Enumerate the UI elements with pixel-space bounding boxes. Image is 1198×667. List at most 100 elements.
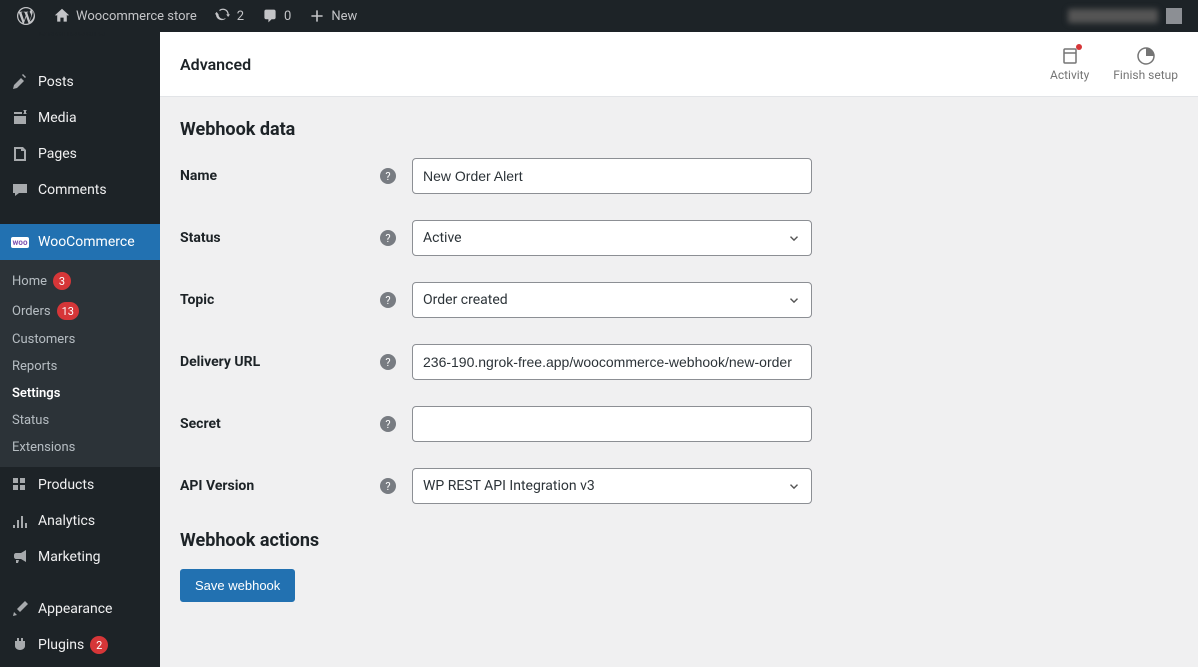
submenu-orders[interactable]: Orders13 bbox=[0, 296, 160, 326]
secret-label: Secret bbox=[180, 416, 380, 432]
page-title: Advanced bbox=[180, 55, 251, 74]
status-select[interactable]: Active bbox=[412, 220, 812, 256]
name-input[interactable] bbox=[412, 158, 812, 194]
dashboard-icon bbox=[10, 32, 30, 40]
refresh-icon bbox=[213, 8, 233, 24]
badge: 13 bbox=[57, 302, 79, 320]
api-version-select[interactable]: WP REST API Integration v3 bbox=[412, 468, 812, 504]
delivery-url-input[interactable] bbox=[412, 344, 812, 380]
admin-sidebar: Dashboard Posts Media Pages Comments woo… bbox=[0, 32, 160, 667]
updates-count: 2 bbox=[237, 9, 244, 24]
sidebar-item-label: Appearance bbox=[38, 601, 112, 617]
sidebar-item-label: Plugins bbox=[38, 637, 84, 653]
submenu-extensions[interactable]: Extensions bbox=[0, 434, 160, 461]
activity-icon bbox=[1060, 46, 1080, 66]
new-label: New bbox=[331, 9, 357, 24]
chevron-down-icon bbox=[787, 479, 801, 493]
sidebar-item-pages[interactable]: Pages bbox=[0, 136, 160, 172]
sidebar-item-label: Media bbox=[38, 110, 77, 126]
activity-button[interactable]: Activity bbox=[1050, 46, 1089, 82]
progress-icon bbox=[1136, 46, 1156, 66]
media-icon bbox=[10, 108, 30, 128]
topic-select[interactable]: Order created bbox=[412, 282, 812, 318]
woocommerce-submenu: Home3 Orders13 Customers Reports Setting… bbox=[0, 260, 160, 467]
wp-logo[interactable] bbox=[8, 0, 44, 32]
sidebar-item-label: Dashboard bbox=[38, 32, 106, 40]
site-home-link[interactable]: Woocommerce store bbox=[44, 0, 205, 32]
wordpress-icon bbox=[16, 7, 36, 25]
brush-icon bbox=[10, 599, 30, 619]
help-icon[interactable]: ? bbox=[380, 478, 396, 494]
status-value: Active bbox=[423, 230, 462, 246]
avatar bbox=[1166, 8, 1182, 24]
sidebar-item-label: Products bbox=[38, 477, 94, 493]
sidebar-item-media[interactable]: Media bbox=[0, 100, 160, 136]
sidebar-item-label: Posts bbox=[38, 74, 74, 90]
activity-label: Activity bbox=[1050, 68, 1089, 82]
topic-value: Order created bbox=[423, 292, 508, 308]
plugin-icon bbox=[10, 635, 30, 655]
delivery-url-label: Delivery URL bbox=[180, 354, 380, 370]
submenu-status[interactable]: Status bbox=[0, 407, 160, 434]
submenu-settings[interactable]: Settings bbox=[0, 380, 160, 407]
sidebar-item-woocommerce[interactable]: woo WooCommerce bbox=[0, 224, 160, 260]
updates-link[interactable]: 2 bbox=[205, 0, 252, 32]
comments-count: 0 bbox=[284, 9, 291, 24]
webhook-data-heading: Webhook data bbox=[180, 119, 1178, 140]
sidebar-item-dashboard[interactable]: Dashboard bbox=[0, 32, 160, 48]
content-area: Advanced Activity Finish setup Webhook d… bbox=[160, 32, 1198, 667]
new-content-link[interactable]: New bbox=[299, 0, 365, 32]
help-icon[interactable]: ? bbox=[380, 292, 396, 308]
name-label: Name bbox=[180, 168, 380, 184]
sidebar-item-comments[interactable]: Comments bbox=[0, 172, 160, 208]
api-version-label: API Version bbox=[180, 478, 380, 494]
page-header: Advanced Activity Finish setup bbox=[160, 32, 1198, 97]
admin-bar: Woocommerce store 2 0 New bbox=[0, 0, 1198, 32]
sidebar-item-label: WooCommerce bbox=[38, 234, 135, 250]
sidebar-item-users[interactable]: Users bbox=[0, 663, 160, 667]
page-icon bbox=[10, 144, 30, 164]
status-label: Status bbox=[180, 230, 380, 246]
sidebar-item-marketing[interactable]: Marketing bbox=[0, 539, 160, 575]
sidebar-item-label: Comments bbox=[38, 182, 107, 198]
home-icon bbox=[52, 8, 72, 24]
sidebar-item-label: Marketing bbox=[38, 549, 101, 565]
pin-icon bbox=[10, 72, 30, 92]
sidebar-item-posts[interactable]: Posts bbox=[0, 64, 160, 100]
save-webhook-button[interactable]: Save webhook bbox=[180, 569, 295, 602]
comments-link[interactable]: 0 bbox=[252, 0, 299, 32]
topic-label: Topic bbox=[180, 292, 380, 308]
analytics-icon bbox=[10, 511, 30, 531]
sidebar-item-appearance[interactable]: Appearance bbox=[0, 591, 160, 627]
submenu-home[interactable]: Home3 bbox=[0, 266, 160, 296]
finish-setup-label: Finish setup bbox=[1113, 68, 1178, 82]
webhook-actions-heading: Webhook actions bbox=[180, 530, 1178, 551]
plus-icon bbox=[307, 8, 327, 24]
sidebar-item-analytics[interactable]: Analytics bbox=[0, 503, 160, 539]
woocommerce-icon: woo bbox=[10, 232, 30, 252]
api-version-value: WP REST API Integration v3 bbox=[423, 478, 595, 494]
help-icon[interactable]: ? bbox=[380, 168, 396, 184]
help-icon[interactable]: ? bbox=[380, 354, 396, 370]
site-name: Woocommerce store bbox=[76, 9, 197, 24]
badge: 2 bbox=[90, 636, 108, 654]
submenu-reports[interactable]: Reports bbox=[0, 353, 160, 380]
user-account-link[interactable] bbox=[1060, 0, 1190, 32]
sidebar-item-plugins[interactable]: Plugins 2 bbox=[0, 627, 160, 663]
help-icon[interactable]: ? bbox=[380, 230, 396, 246]
submenu-customers[interactable]: Customers bbox=[0, 326, 160, 353]
products-icon bbox=[10, 475, 30, 495]
help-icon[interactable]: ? bbox=[380, 416, 396, 432]
megaphone-icon bbox=[10, 547, 30, 567]
sidebar-item-products[interactable]: Products bbox=[0, 467, 160, 503]
user-greeting bbox=[1068, 9, 1158, 23]
chevron-down-icon bbox=[787, 293, 801, 307]
chevron-down-icon bbox=[787, 231, 801, 245]
finish-setup-button[interactable]: Finish setup bbox=[1113, 46, 1178, 82]
secret-input[interactable] bbox=[412, 406, 812, 442]
badge: 3 bbox=[53, 272, 71, 290]
comments-icon bbox=[10, 180, 30, 200]
sidebar-item-label: Analytics bbox=[38, 513, 95, 529]
sidebar-item-label: Pages bbox=[38, 146, 77, 162]
comment-icon bbox=[260, 8, 280, 24]
